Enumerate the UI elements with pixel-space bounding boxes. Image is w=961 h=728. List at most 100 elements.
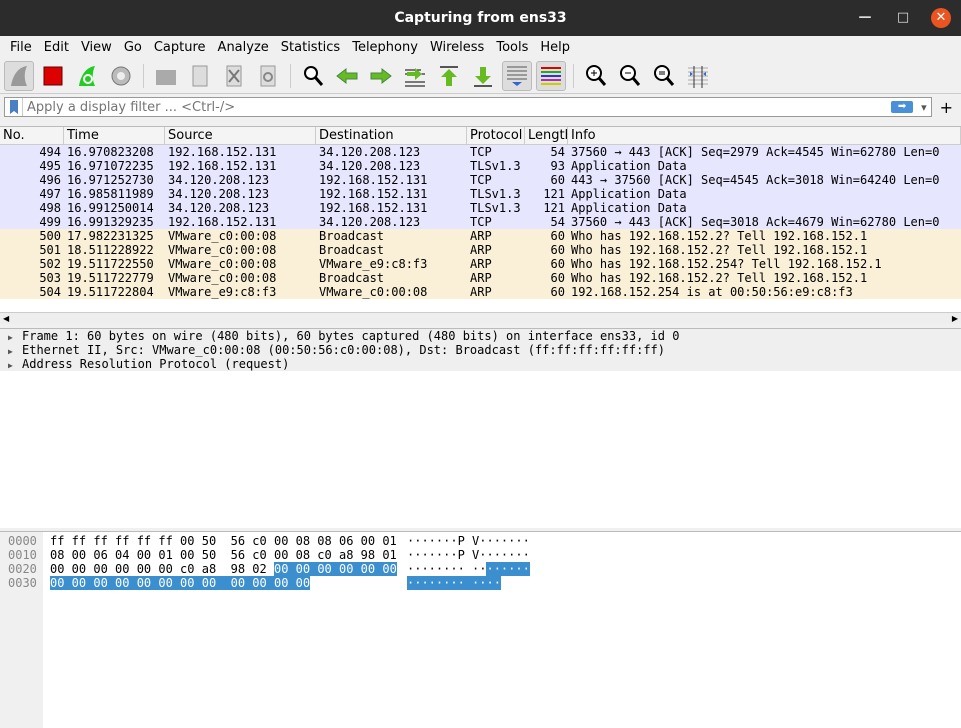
apply-filter-arrow-icon[interactable]: ➡ (891, 101, 914, 113)
bytes-row: 0030 00 00 00 00 00 00 00 00 00 00 00 00 ·… (0, 576, 961, 590)
bookmark-icon[interactable] (5, 98, 23, 116)
packet-row[interactable]: 503 19.511722779 VMware_c0:00:08 Broadcast A… (0, 271, 961, 285)
start-capture-button[interactable] (4, 60, 34, 91)
menu-file[interactable]: File (4, 40, 38, 55)
packet-src: VMware_c0:00:08 (168, 229, 277, 243)
packet-no: 497 (39, 187, 61, 201)
column-header-info[interactable]: Info (568, 127, 961, 144)
packet-row[interactable]: 497 16.985811989 34.120.208.123 192.168.152… (0, 187, 961, 201)
find-packet-button[interactable] (298, 61, 328, 91)
packet-time: 16.970823208 (67, 145, 154, 159)
column-header-no[interactable]: No. (0, 127, 64, 144)
packet-proto: TLSv1.3 (470, 187, 521, 201)
hex-bytes[interactable]: 00 00 00 00 00 00 c0 a8 98 02 00 00 00 0… (50, 562, 397, 576)
packet-time: 17.982231325 (67, 229, 154, 243)
add-filter-button[interactable]: + (936, 98, 957, 117)
packet-proto: TCP (470, 145, 492, 159)
go-forward-button[interactable] (366, 61, 396, 91)
packet-row[interactable]: 500 17.982231325 VMware_c0:00:08 Broadcast A… (0, 229, 961, 243)
ascii-bytes[interactable]: ········ ···· (407, 576, 501, 590)
zoom-out-icon (620, 64, 641, 86)
menu-help[interactable]: Help (534, 40, 576, 55)
go-last-button[interactable] (468, 61, 498, 91)
toolbar-separator (143, 63, 144, 88)
packet-no: 500 (39, 229, 61, 243)
ascii-bytes[interactable]: ·······P V······· (407, 534, 530, 548)
auto-scroll-button[interactable] (502, 60, 532, 91)
go-to-packet-button[interactable] (400, 61, 430, 91)
menu-statistics[interactable]: Statistics (275, 40, 346, 55)
go-back-button[interactable] (332, 61, 362, 91)
column-header-length[interactable]: Length (525, 127, 568, 144)
packet-row[interactable]: 502 19.511722550 VMware_c0:00:08 VMware_e9:… (0, 257, 961, 271)
zoom-out-button[interactable] (615, 61, 645, 91)
menu-analyze[interactable]: Analyze (212, 40, 275, 55)
horizontal-scrollbar[interactable]: ◀ ▶ (0, 312, 961, 324)
save-file-button[interactable] (185, 61, 215, 91)
zoom-in-button[interactable] (581, 61, 611, 91)
go-first-button[interactable] (434, 61, 464, 91)
packet-proto: ARP (470, 243, 492, 257)
packet-info: Application Data (571, 159, 687, 173)
open-file-button[interactable] (151, 61, 181, 91)
menu-edit[interactable]: Edit (38, 40, 75, 55)
column-header-protocol[interactable]: Protocol (467, 127, 525, 144)
ascii-bytes[interactable]: ········ ········ (407, 562, 530, 576)
packet-src: VMware_c0:00:08 (168, 257, 277, 271)
hex-bytes[interactable]: 00 00 00 00 00 00 00 00 00 00 00 00 (50, 576, 311, 590)
detail-tree-item[interactable]: ▶ Frame 1: 60 bytes on wire (480 bits), 6… (0, 329, 961, 343)
maximize-button[interactable]: □ (893, 8, 913, 28)
packet-dst: Broadcast (319, 271, 385, 285)
menu-go[interactable]: Go (118, 40, 148, 55)
menu-capture[interactable]: Capture (148, 40, 212, 55)
menu-tools[interactable]: Tools (490, 40, 534, 55)
colorize-button[interactable] (536, 60, 566, 91)
close-file-icon (226, 65, 242, 86)
ascii-plain: ·······P V······· (407, 548, 530, 562)
restart-capture-button[interactable] (72, 61, 102, 91)
display-filter-input[interactable] (23, 99, 892, 115)
hex-bytes[interactable]: ff ff ff ff ff ff 00 50 56 c0 00 08 08 0… (50, 534, 397, 548)
column-header-destination[interactable]: Destination (316, 127, 467, 144)
packet-time: 16.971072235 (67, 159, 154, 173)
expand-arrow-icon[interactable]: ▶ (8, 359, 22, 373)
zoom-in-icon (586, 64, 607, 86)
filter-dropdown-button[interactable]: ▾ (917, 101, 931, 114)
packet-proto: TLSv1.3 (470, 159, 521, 173)
reload-file-button[interactable] (253, 61, 283, 91)
packet-row[interactable]: 495 16.971072235 192.168.152.131 34.120.208… (0, 159, 961, 173)
detail-tree-item[interactable]: ▶ Ethernet II, Src: VMware_c0:00:08 (00:5… (0, 343, 961, 357)
main-toolbar (0, 58, 961, 94)
ascii-bytes[interactable]: ·······P V······· (407, 548, 530, 562)
detail-tree-item[interactable]: ▶ Address Resolution Protocol (request) (0, 357, 961, 371)
packet-row[interactable]: 504 19.511722804 VMware_e9:c8:f3 VMware_c0:… (0, 285, 961, 299)
close-file-button[interactable] (219, 61, 249, 91)
zoom-normal-button[interactable] (649, 61, 679, 91)
reload-file-icon (260, 65, 276, 86)
packet-row[interactable]: 498 16.991250014 34.120.208.123 192.168.152… (0, 201, 961, 215)
packet-len: 60 (550, 285, 565, 299)
stop-capture-button[interactable] (38, 61, 68, 91)
packet-row[interactable]: 501 18.511228922 VMware_c0:00:08 Broadcast A… (0, 243, 961, 257)
ascii-plain: ·······P V······· (407, 534, 530, 548)
go-back-icon (336, 67, 358, 84)
close-button[interactable]: ✕ (931, 8, 951, 28)
menu-telephony[interactable]: Telephony (346, 40, 424, 55)
minimize-button[interactable]: — (855, 8, 875, 28)
packet-row[interactable]: 496 16.971252730 34.120.208.123 192.168.152… (0, 173, 961, 187)
packet-src: 192.168.152.131 (168, 145, 277, 159)
resize-columns-button[interactable] (683, 61, 713, 91)
packet-row[interactable]: 499 16.991329235 192.168.152.131 34.120.208… (0, 215, 961, 229)
menu-wireless[interactable]: Wireless (424, 40, 490, 55)
column-header-time[interactable]: Time (64, 127, 165, 144)
hex-bytes[interactable]: 08 00 06 04 00 01 00 50 56 c0 00 08 c0 a… (50, 548, 397, 562)
find-packet-icon (304, 65, 324, 86)
packet-no: 504 (39, 285, 61, 299)
packet-row[interactable]: 494 16.970823208 192.168.152.131 34.120.208… (0, 145, 961, 159)
capture-options-button[interactable] (106, 61, 136, 91)
column-header-source[interactable]: Source (165, 127, 316, 144)
menu-view[interactable]: View (75, 40, 118, 55)
bytes-row: 0010 08 00 06 04 00 01 00 50 56 c0 00 08 … (0, 548, 961, 562)
bytes-row: 0000 ff ff ff ff ff ff 00 50 56 c0 00 08 … (0, 534, 961, 548)
packet-info: Application Data (571, 187, 687, 201)
